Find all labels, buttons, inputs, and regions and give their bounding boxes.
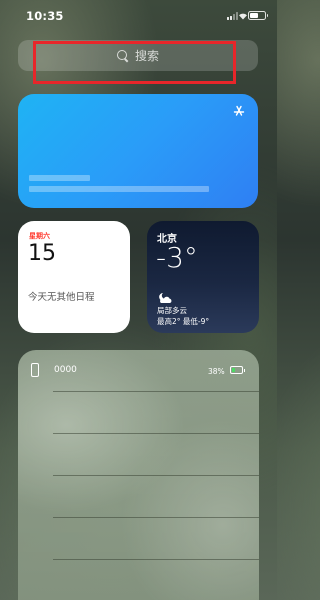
battery-level-icon (230, 366, 245, 374)
batteries-widget[interactable]: 0000 38% (18, 350, 259, 600)
device-name: 0000 (54, 365, 77, 375)
divider (53, 391, 259, 392)
calendar-weekday: 星期六 (29, 232, 50, 240)
search-highlight-box (33, 41, 236, 84)
content-placeholder-line (29, 175, 90, 181)
divider (53, 517, 259, 518)
partly-cloudy-night-icon (159, 293, 172, 303)
app-store-widget[interactable] (18, 94, 258, 208)
calendar-widget[interactable]: 星期六 15 今天无其他日程 (18, 221, 130, 333)
status-bar: 10:35 (0, 0, 277, 30)
divider (53, 433, 259, 434)
weather-condition: 局部多云 (157, 306, 187, 315)
status-time: 10:35 (26, 9, 64, 23)
battery-percent: 38% (208, 367, 225, 376)
calendar-no-events: 今天无其他日程 (28, 292, 95, 303)
divider (53, 559, 259, 560)
weather-range: 最高2° 最低-9° (157, 317, 210, 326)
weather-widget[interactable]: 北京 -3° 局部多云 最高2° 最低-9° (147, 221, 259, 333)
wifi-icon (239, 13, 247, 20)
content-placeholder-line (29, 186, 209, 192)
divider (53, 475, 259, 476)
iphone-icon (31, 363, 39, 377)
battery-status-icon (248, 11, 268, 20)
app-store-icon (233, 105, 245, 116)
weather-temperature: -3° (156, 241, 198, 274)
calendar-day-number: 15 (28, 241, 56, 266)
